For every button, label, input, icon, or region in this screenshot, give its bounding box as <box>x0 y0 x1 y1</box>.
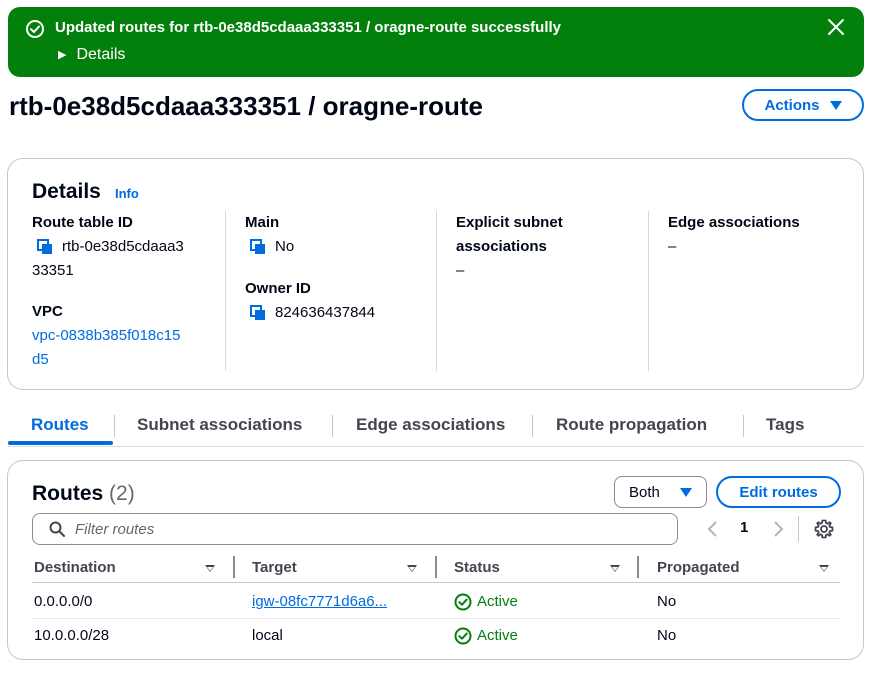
gear-icon[interactable] <box>814 519 834 539</box>
vpc-link[interactable]: vpc-0838b385f018c15 d5 <box>32 324 244 372</box>
expand-triangle-icon: ▶ <box>58 49 67 61</box>
success-flashbar: Updated routes for rtb-0e38d5cdaaa333351… <box>8 7 864 77</box>
row2-status: Active <box>454 626 518 646</box>
tab-route-propagation[interactable]: Route propagation <box>556 407 707 445</box>
row2-destination: 10.0.0.0/28 <box>34 627 110 644</box>
tab-routes[interactable]: Routes <box>31 407 89 445</box>
success-check-icon <box>26 20 44 38</box>
sort-caret-icon[interactable] <box>610 565 620 572</box>
caret-down-icon <box>829 100 842 110</box>
page-title: rtb-0e38d5cdaaa333351 / oragne-route <box>9 91 483 121</box>
details-column-4: Edge associations – <box>648 211 860 371</box>
next-page-icon[interactable] <box>770 518 786 540</box>
actions-label: Actions <box>764 96 820 114</box>
route-table-id-label: Route table ID <box>32 214 133 231</box>
tab-separator <box>332 415 333 437</box>
tab-edge-associations[interactable]: Edge associations <box>356 407 505 445</box>
filter-routes-field <box>32 513 678 545</box>
column-resizer[interactable] <box>637 556 639 578</box>
route-filter-select-value: Both <box>629 483 660 501</box>
sort-caret-icon[interactable] <box>205 565 215 572</box>
row1-status-label: Active <box>477 593 518 610</box>
caret-down-icon <box>679 487 692 497</box>
flash-details-toggle[interactable]: ▶ Details <box>58 45 125 66</box>
tab-separator <box>114 415 115 437</box>
route-filter-select[interactable]: Both <box>614 476 707 508</box>
row2-propagated: No <box>657 627 677 644</box>
info-link[interactable]: Info <box>115 186 139 201</box>
routes-count: (2) <box>109 482 135 505</box>
active-tab-indicator <box>8 441 113 445</box>
vpc-line1: vpc-0838b385f018c15 <box>32 327 181 344</box>
row2-target: local <box>252 627 283 644</box>
edge-associations-label: Edge associations <box>668 214 800 231</box>
pager-divider <box>798 516 799 542</box>
page-number-button[interactable]: 1 <box>740 519 748 536</box>
explicit-label-line1: Explicit subnet <box>456 214 563 231</box>
actions-button[interactable]: Actions <box>742 89 864 121</box>
previous-page-icon[interactable] <box>705 518 721 540</box>
route-table-id-value: rtb-0e38d5cdaaa3 <box>62 235 184 259</box>
tab-separator <box>743 415 744 437</box>
status-check-icon <box>454 627 472 645</box>
routes-container: Routes (2) Both Edit routes 1 Destinatio… <box>7 460 864 660</box>
tab-subnet-associations[interactable]: Subnet associations <box>137 407 302 445</box>
close-icon[interactable] <box>826 17 846 37</box>
sort-caret-icon[interactable] <box>819 565 829 572</box>
copy-icon[interactable] <box>36 238 54 256</box>
routes-title: Routes <box>32 482 104 505</box>
main-value: No <box>275 238 295 255</box>
route-table-id-line1: rtb-0e38d5cdaaa3 <box>62 238 184 255</box>
column-resizer[interactable] <box>233 556 235 578</box>
details-column-1: Route table ID rtb-0e38d5cdaaa3 33351 VP… <box>32 211 244 371</box>
flash-details-label: Details <box>76 46 126 63</box>
table-header-divider <box>32 582 840 583</box>
details-container: Details Info Route table ID rtb-0e38d5cd… <box>7 158 864 390</box>
table-row-divider <box>32 618 840 619</box>
tab-tags[interactable]: Tags <box>766 407 804 445</box>
tab-separator <box>532 415 533 437</box>
row2-status-label: Active <box>477 627 518 644</box>
row1-destination: 0.0.0.0/0 <box>34 593 93 610</box>
copy-icon[interactable] <box>249 238 267 256</box>
main-label: Main <box>245 214 280 231</box>
main-field: No <box>245 235 437 259</box>
details-column-2: Main No Owner ID 824636437844 <box>225 211 437 371</box>
explicit-label-line2: associations <box>456 238 547 255</box>
routes-heading: Routes (2) <box>32 481 135 507</box>
search-icon <box>49 521 65 537</box>
explicit-subnet-value: – <box>456 262 465 279</box>
row1-status: Active <box>454 592 518 612</box>
edge-associations-value: – <box>668 238 677 255</box>
details-column-3: Explicit subnet associations – <box>436 211 648 371</box>
edit-routes-button[interactable]: Edit routes <box>716 476 841 508</box>
owner-id-label: Owner ID <box>245 280 311 297</box>
sort-caret-icon[interactable] <box>407 565 417 572</box>
row1-propagated: No <box>657 593 677 610</box>
explicit-subnet-label: Explicit subnet associations <box>456 211 648 259</box>
status-check-icon <box>454 593 472 611</box>
details-heading: Details <box>32 180 101 203</box>
copy-icon[interactable] <box>249 304 267 322</box>
row1-target-link[interactable]: igw-08fc7771d6a6... <box>252 592 387 612</box>
tab-bar: Routes Subnet associations Edge associat… <box>8 407 864 447</box>
route-table-id-field: rtb-0e38d5cdaaa3 <box>32 235 244 259</box>
flash-message: Updated routes for rtb-0e38d5cdaaa333351… <box>55 19 562 36</box>
filter-routes-input[interactable] <box>75 520 635 538</box>
column-resizer[interactable] <box>435 556 437 578</box>
route-table-id-line2: 33351 <box>32 262 74 279</box>
vpc-line2: d5 <box>32 351 49 368</box>
vpc-label: VPC <box>32 303 63 320</box>
owner-id-value: 824636437844 <box>275 304 376 321</box>
owner-id-field: 824636437844 <box>245 301 437 325</box>
